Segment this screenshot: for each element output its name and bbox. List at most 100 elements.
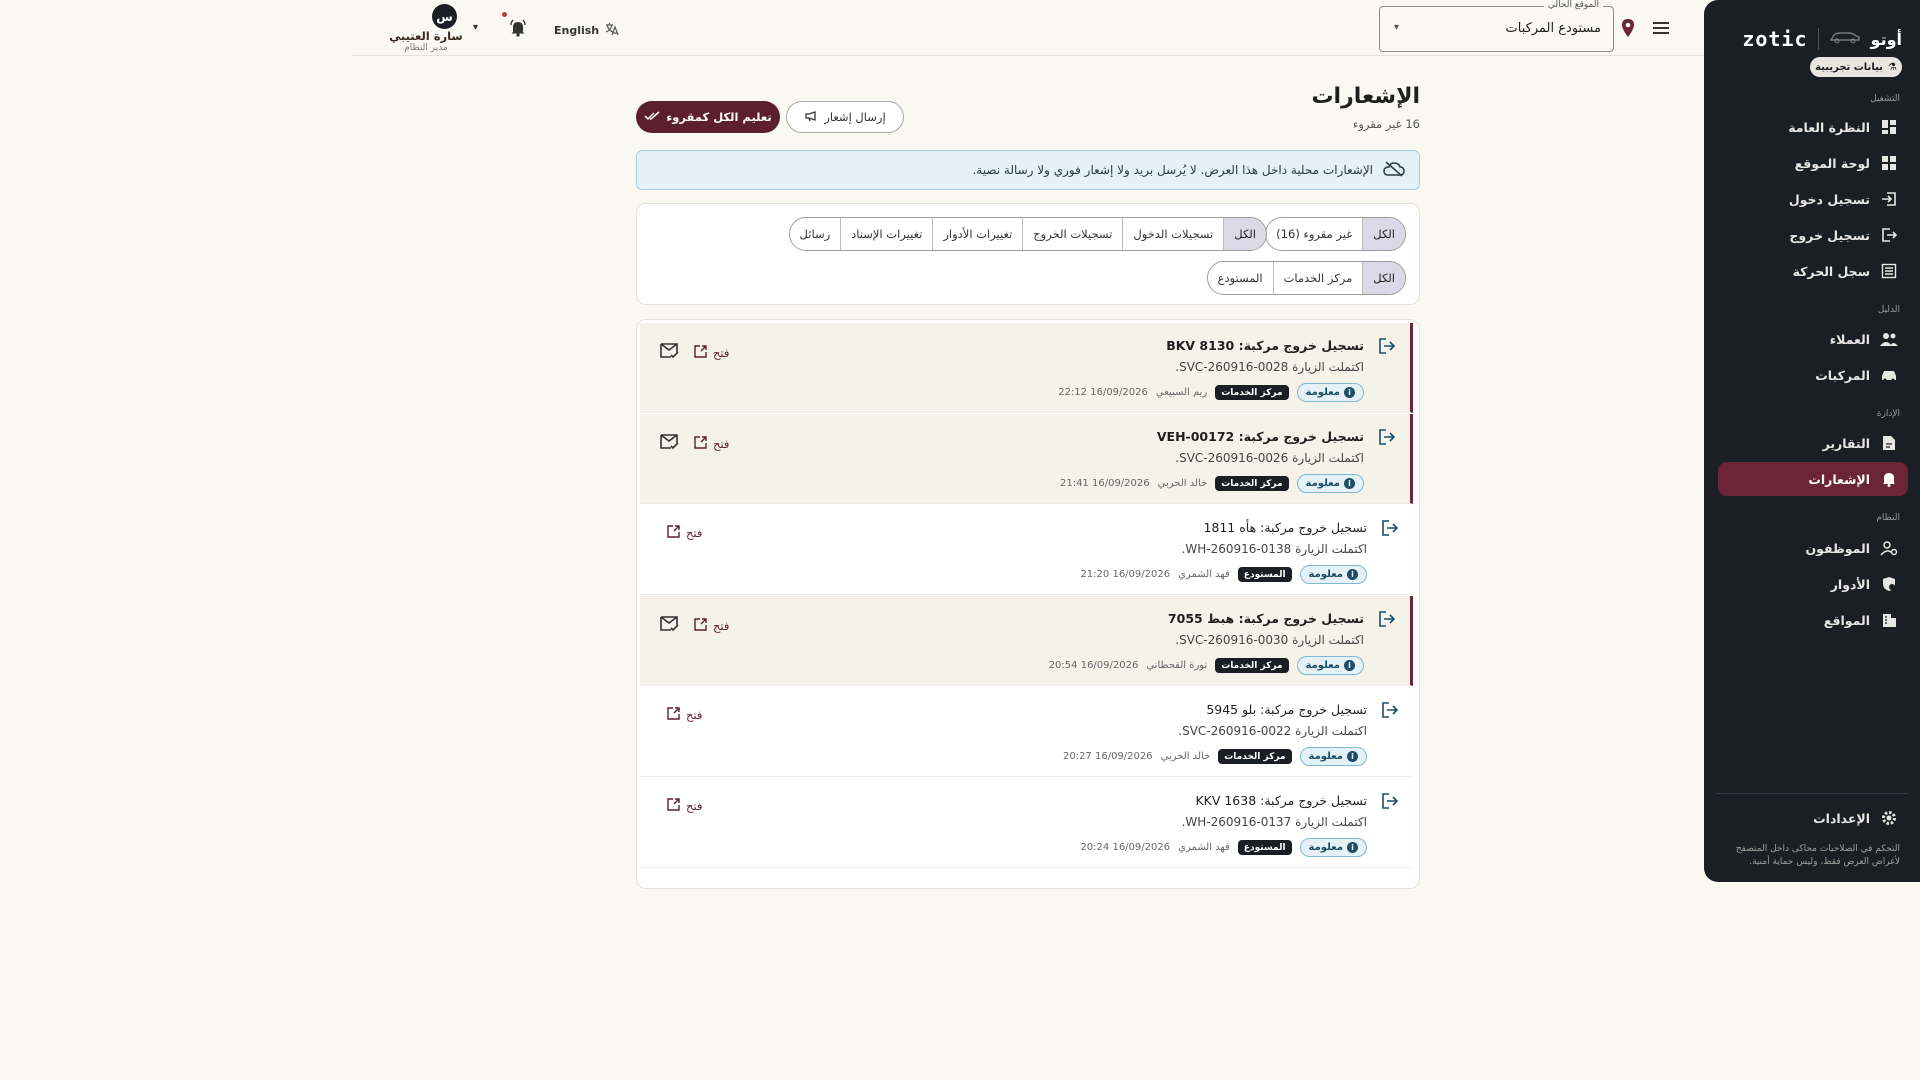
user-name: سارة العتيبي bbox=[389, 29, 463, 43]
language-label: English bbox=[554, 24, 600, 37]
language-switch[interactable]: English bbox=[554, 22, 619, 39]
filter-type-all[interactable]: الكل bbox=[1223, 218, 1266, 250]
sidebar-item-notifications[interactable]: الإشعارات bbox=[1718, 462, 1908, 496]
car-logo-icon bbox=[1829, 30, 1861, 48]
open-link[interactable]: فتح bbox=[667, 798, 702, 814]
notifications-bell-icon[interactable] bbox=[509, 19, 527, 40]
notification-meta: i معلومة مركز الخدمات نورة القحطاني 16/09… bbox=[1049, 656, 1364, 675]
flask-icon: ⚗ bbox=[1887, 61, 1897, 73]
location-select-value: مستودع المركبات bbox=[1505, 21, 1601, 36]
open-label: فتح bbox=[713, 436, 730, 451]
notification-actions: فتح bbox=[667, 707, 702, 723]
filter-location-warehouse[interactable]: المستودع bbox=[1207, 262, 1273, 294]
login-icon bbox=[1880, 190, 1898, 208]
sidebar-item-label: المواقع bbox=[1823, 612, 1870, 628]
filter-type-checkins[interactable]: تسجيلات الدخول bbox=[1122, 218, 1224, 250]
section-system: النظام bbox=[1876, 513, 1900, 523]
sidebar-item-label: النظرة العامة bbox=[1788, 119, 1870, 135]
notification-item[interactable]: تسجيل خروج مركبة: بلو 5945 اكتملت الزيار… bbox=[640, 687, 1413, 777]
roles-icon bbox=[1880, 575, 1898, 593]
external-link-icon bbox=[694, 344, 707, 361]
filter-type-checkouts[interactable]: تسجيلات الخروج bbox=[1022, 218, 1123, 250]
cloud-off-icon bbox=[1383, 160, 1405, 180]
location-badge: مركز الخدمات bbox=[1218, 749, 1292, 764]
sidebar-item-logout[interactable]: تسجيل خروج bbox=[1718, 218, 1908, 252]
filter-type-messages[interactable]: رسائل bbox=[789, 218, 841, 250]
notification-title: تسجيل خروج مركبة: هبط 7055 bbox=[1167, 611, 1364, 626]
notification-meta: i معلومة المستودع فهد الشمري 16/09/2026 2… bbox=[1080, 565, 1367, 584]
info-icon: i bbox=[1344, 660, 1355, 671]
sidebar-item-staff[interactable]: الموظفون bbox=[1718, 531, 1908, 565]
filter-location-all[interactable]: الكل bbox=[1362, 262, 1405, 294]
mark-read-icon[interactable] bbox=[660, 343, 680, 362]
sidebar-item-locations[interactable]: المواقع bbox=[1718, 603, 1908, 637]
notification-time: 16/09/2026 21:20 bbox=[1080, 569, 1171, 580]
open-link[interactable]: فتح bbox=[694, 344, 730, 361]
sidebar-item-site-board[interactable]: لوحة الموقع bbox=[1718, 146, 1908, 180]
sidebar-item-overview[interactable]: النظرة العامة bbox=[1718, 110, 1908, 144]
open-link[interactable]: فتح bbox=[667, 525, 702, 541]
menu-icon[interactable] bbox=[1652, 20, 1670, 36]
sidebar-item-login[interactable]: تسجيل دخول bbox=[1718, 182, 1908, 216]
level-badge: i معلومة bbox=[1299, 565, 1367, 584]
level-badge: i معلومة bbox=[1296, 383, 1364, 402]
location-badge: مركز الخدمات bbox=[1215, 476, 1289, 491]
mark-all-read-button[interactable]: تعليم الكل كمقروء bbox=[636, 101, 780, 133]
sidebar-item-reports[interactable]: التقارير bbox=[1718, 426, 1908, 460]
open-label: فتح bbox=[686, 526, 703, 540]
level-label: معلومة bbox=[1308, 569, 1343, 580]
unread-count: 16 غير مقروء bbox=[1352, 117, 1420, 131]
notification-body: اكتملت الزيارة WH-260916-0138. bbox=[1181, 542, 1367, 556]
location-select[interactable]: الموقع الحالي مستودع المركبات ▾ bbox=[1379, 0, 1614, 52]
info-icon: i bbox=[1344, 478, 1355, 489]
logout-icon bbox=[1880, 226, 1898, 244]
logout-icon bbox=[1378, 428, 1396, 449]
filter-type-role-changes[interactable]: تغييرات الأدوار bbox=[932, 218, 1023, 250]
filter-location-service-center[interactable]: مركز الخدمات bbox=[1272, 262, 1363, 294]
open-link[interactable]: فتح bbox=[694, 435, 730, 452]
info-banner: الإشعارات محلية داخل هذا العرض. لا يُرسل… bbox=[636, 150, 1420, 190]
avatar[interactable]: س bbox=[432, 4, 457, 29]
sidebar-item-customers[interactable]: العملاء bbox=[1718, 322, 1908, 356]
filter-unread[interactable]: غير مقروء (16) bbox=[1266, 218, 1363, 250]
open-label: فتح bbox=[713, 618, 730, 633]
notification-item[interactable]: تسجيل خروج مركبة: هبط 7055 اكتملت الزيار… bbox=[640, 596, 1413, 686]
page-title: الإشعارات bbox=[1311, 84, 1420, 109]
brand-divider bbox=[1817, 28, 1819, 50]
sidebar: أوتو zotic ⚗ بيانات تجريبية التشغيل النظ… bbox=[1704, 0, 1920, 882]
notification-item[interactable]: تسجيل خروج مركبة: هأه 1811 اكتملت الزيار… bbox=[640, 505, 1413, 595]
filter-read-all[interactable]: الكل bbox=[1362, 218, 1405, 250]
mark-read-icon[interactable] bbox=[660, 616, 680, 635]
open-label: فتح bbox=[713, 345, 730, 360]
notification-body: اكتملت الزيارة SVC-260916-0028. bbox=[1175, 360, 1364, 374]
send-notification-label: إرسال إشعار bbox=[824, 110, 886, 124]
external-link-icon bbox=[667, 707, 680, 723]
car-icon bbox=[1880, 366, 1898, 384]
notification-title: تسجيل خروج مركبة: بلو 5945 bbox=[1206, 702, 1367, 717]
sidebar-item-vehicles[interactable]: المركبات bbox=[1718, 358, 1908, 392]
staff-icon bbox=[1880, 539, 1898, 557]
notification-item[interactable]: تسجيل خروج مركبة: BKV 8130 اكتملت الزيار… bbox=[640, 323, 1413, 413]
user-menu-chevron-icon[interactable]: ▾ bbox=[473, 22, 478, 33]
open-link[interactable]: فتح bbox=[667, 707, 702, 723]
info-icon: i bbox=[1347, 569, 1358, 580]
sidebar-item-roles[interactable]: الأدوار bbox=[1718, 567, 1908, 601]
read-state-filter: الكل غير مقروء (16) bbox=[1265, 217, 1406, 251]
notification-item[interactable]: تسجيل خروج مركبة: KKV 1638 اكتملت الزيار… bbox=[640, 778, 1413, 868]
external-link-icon bbox=[667, 525, 680, 541]
topbar: الموقع الحالي مستودع المركبات ▾ English … bbox=[352, 0, 1704, 56]
mark-read-icon[interactable] bbox=[660, 434, 680, 453]
notification-item[interactable]: تسجيل خروج مركبة: VEH-00172 اكتملت الزيا… bbox=[640, 414, 1413, 504]
open-link[interactable]: فتح bbox=[694, 617, 730, 634]
site-board-icon bbox=[1880, 154, 1898, 172]
sidebar-item-settings[interactable]: الإعدادات bbox=[1718, 801, 1908, 835]
section-operation: التشغيل bbox=[1870, 94, 1900, 104]
location-pin-icon bbox=[1620, 18, 1636, 41]
sidebar-item-activity-log[interactable]: سجل الحركة bbox=[1718, 254, 1908, 288]
level-label: معلومة bbox=[1308, 842, 1343, 853]
notification-time: 16/09/2026 22:12 bbox=[1058, 387, 1148, 398]
filter-type-assignment-changes[interactable]: تغييرات الإسناد bbox=[840, 218, 933, 250]
send-notification-button[interactable]: إرسال إشعار bbox=[786, 101, 904, 133]
filters-panel: الكل غير مقروء (16) الكل تسجيلات الدخول … bbox=[636, 203, 1420, 305]
level-label: معلومة bbox=[1305, 660, 1340, 671]
